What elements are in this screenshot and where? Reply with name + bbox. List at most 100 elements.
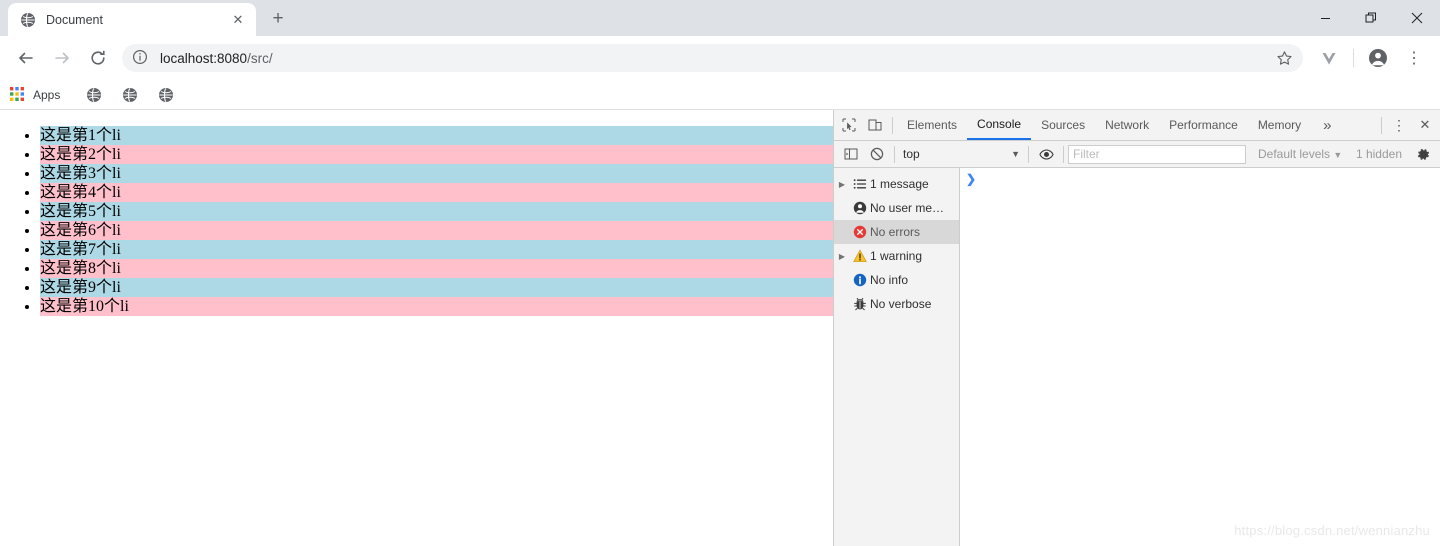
watermark-text: https://blog.csdn.net/wennianzhu bbox=[1234, 523, 1430, 538]
back-icon[interactable] bbox=[10, 42, 42, 74]
list-item: 这是第3个li bbox=[40, 164, 833, 183]
url-path: /src/ bbox=[247, 50, 273, 66]
console-body: ▶ 1 message No user me… No errors ▶ 1 wa… bbox=[834, 168, 1440, 546]
list-item: 这是第6个li bbox=[40, 221, 833, 240]
levels-chevron-down-icon: ▼ bbox=[1333, 150, 1343, 160]
devtools-panel: Elements Console Sources Network Perform… bbox=[833, 110, 1440, 546]
console-levels-selector[interactable]: Default levels ▼ bbox=[1258, 147, 1342, 161]
devtools-menu-icon[interactable]: ⋮ bbox=[1386, 112, 1412, 138]
console-sidebar-item-info[interactable]: No info bbox=[834, 268, 959, 292]
chevron-down-icon: ▼ bbox=[1011, 149, 1020, 159]
console-sidebar: ▶ 1 message No user me… No errors ▶ 1 wa… bbox=[834, 168, 960, 546]
console-sidebar-label: 1 warning bbox=[870, 249, 923, 263]
devtools-tab-console[interactable]: Console bbox=[967, 111, 1032, 140]
browser-tab-document[interactable]: Document ✕ bbox=[8, 3, 256, 36]
list-item: 这是第8个li bbox=[40, 259, 833, 278]
console-sidebar-label: No user me… bbox=[870, 201, 945, 215]
maximize-restore-button[interactable] bbox=[1348, 0, 1394, 36]
profile-avatar-icon[interactable] bbox=[1362, 42, 1394, 74]
console-filter-bar: top ▼ Filter Default levels ▼ 1 hidden bbox=[834, 141, 1440, 168]
console-settings-gear-icon[interactable] bbox=[1410, 141, 1436, 167]
url-host: localhost:8080 bbox=[160, 50, 248, 66]
console-sidebar-item-messages[interactable]: ▶ 1 message bbox=[834, 172, 959, 196]
warning-icon bbox=[850, 249, 870, 263]
console-prompt-chevron-icon: ❯ bbox=[966, 172, 977, 186]
devtools-tab-performance[interactable]: Performance bbox=[1159, 111, 1248, 140]
devtools-tab-elements[interactable]: Elements bbox=[897, 111, 967, 140]
bookmark-star-icon[interactable] bbox=[1276, 50, 1293, 67]
expand-arrow-icon[interactable]: ▶ bbox=[834, 252, 850, 261]
console-context-selector[interactable]: top ▼ bbox=[899, 145, 1024, 164]
user-icon bbox=[850, 201, 870, 215]
demo-list: 这是第1个li 这是第2个li 这是第3个li 这是第4个li 这是第5个li … bbox=[0, 126, 833, 316]
globe-bookmark-3-icon[interactable] bbox=[158, 87, 174, 103]
devtools-close-icon[interactable]: ✕ bbox=[1412, 112, 1438, 138]
address-bar[interactable]: localhost:8080/src/ bbox=[122, 44, 1303, 72]
filterbar-divider-2 bbox=[1028, 145, 1029, 163]
console-sidebar-item-verbose[interactable]: No verbose bbox=[834, 292, 959, 316]
list-item: 这是第7个li bbox=[40, 240, 833, 259]
console-output-area[interactable]: ❯ https://blog.csdn.net/wennianzhu bbox=[960, 168, 1440, 546]
info-circle-icon[interactable] bbox=[132, 49, 150, 67]
console-sidebar-label: No verbose bbox=[870, 297, 932, 311]
console-levels-label: Default levels bbox=[1258, 147, 1331, 161]
devtools-divider bbox=[892, 116, 893, 134]
apps-grid-icon bbox=[10, 87, 25, 102]
list-item: 这是第5个li bbox=[40, 202, 833, 221]
console-sidebar-label: No info bbox=[870, 273, 909, 287]
list-item: 这是第4个li bbox=[40, 183, 833, 202]
vue-devtools-extension-icon[interactable] bbox=[1313, 42, 1345, 74]
forward-icon[interactable] bbox=[46, 42, 78, 74]
address-bar-url: localhost:8080/src/ bbox=[160, 51, 273, 66]
console-sidebar-item-user-messages[interactable]: No user me… bbox=[834, 196, 959, 220]
inspect-element-icon[interactable] bbox=[836, 112, 862, 138]
reload-icon[interactable] bbox=[82, 42, 114, 74]
console-sidebar-item-errors[interactable]: No errors bbox=[834, 220, 959, 244]
title-bar: Document ✕ + bbox=[0, 0, 1440, 36]
console-sidebar-toggle-icon[interactable] bbox=[838, 141, 864, 167]
minimize-button[interactable] bbox=[1302, 0, 1348, 36]
web-page-viewport: 这是第1个li 这是第2个li 这是第3个li 这是第4个li 这是第5个li … bbox=[0, 110, 833, 546]
live-expression-eye-icon[interactable] bbox=[1033, 141, 1059, 167]
error-icon bbox=[850, 225, 870, 239]
devtools-tabbar-actions: ⋮ ✕ bbox=[1377, 112, 1438, 138]
bookmarks-bar: Apps bbox=[0, 80, 1440, 110]
list-item: 这是第10个li bbox=[40, 297, 833, 316]
content-area: 这是第1个li 这是第2个li 这是第3个li 这是第4个li 这是第5个li … bbox=[0, 110, 1440, 546]
console-sidebar-label: 1 message bbox=[870, 177, 929, 191]
globe-bookmark-1-icon[interactable] bbox=[86, 87, 102, 103]
console-sidebar-item-warnings[interactable]: ▶ 1 warning bbox=[834, 244, 959, 268]
console-filter-input[interactable]: Filter bbox=[1068, 144, 1246, 164]
close-button[interactable] bbox=[1394, 0, 1440, 36]
list-item: 这是第9个li bbox=[40, 278, 833, 297]
devtools-tab-sources[interactable]: Sources bbox=[1031, 111, 1095, 140]
list-item: 这是第2个li bbox=[40, 145, 833, 164]
list-item: 这是第1个li bbox=[40, 126, 833, 145]
navigation-toolbar: localhost:8080/src/ ⋮ bbox=[0, 36, 1440, 80]
filterbar-divider-1 bbox=[894, 145, 895, 163]
device-toolbar-icon[interactable] bbox=[862, 112, 888, 138]
list-icon bbox=[850, 177, 870, 191]
apps-shortcut[interactable]: Apps bbox=[10, 87, 60, 102]
console-hidden-count: 1 hidden bbox=[1355, 147, 1402, 161]
chrome-menu-icon[interactable]: ⋮ bbox=[1398, 42, 1430, 74]
devtools-tab-memory[interactable]: Memory bbox=[1248, 111, 1311, 140]
filterbar-divider-3 bbox=[1063, 145, 1064, 163]
bug-icon bbox=[850, 297, 870, 311]
info-icon bbox=[850, 273, 870, 287]
apps-label: Apps bbox=[33, 87, 61, 102]
devtools-divider-right bbox=[1381, 116, 1382, 134]
console-sidebar-label: No errors bbox=[870, 225, 921, 239]
new-tab-button[interactable]: + bbox=[264, 5, 292, 33]
tab-title: Document bbox=[46, 12, 103, 27]
toolbar-divider bbox=[1353, 49, 1354, 67]
console-context-value: top bbox=[903, 147, 920, 161]
console-prompt-row[interactable]: ❯ bbox=[960, 168, 1440, 190]
tab-close-icon[interactable]: ✕ bbox=[228, 10, 248, 30]
browser-window: Document ✕ + localhost:8080/src/ ⋮ Apps … bbox=[0, 0, 1440, 546]
devtools-tabs-overflow-icon[interactable]: » bbox=[1313, 111, 1341, 140]
clear-console-icon[interactable] bbox=[864, 141, 890, 167]
devtools-tab-network[interactable]: Network bbox=[1095, 111, 1159, 140]
expand-arrow-icon[interactable]: ▶ bbox=[834, 180, 850, 189]
globe-bookmark-2-icon[interactable] bbox=[122, 87, 138, 103]
